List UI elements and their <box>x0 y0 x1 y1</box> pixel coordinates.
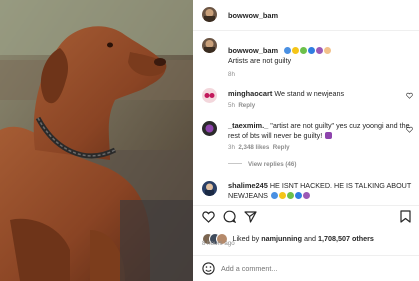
reply-button[interactable]: Reply <box>273 144 290 151</box>
post-side-panel: bowwow_bam bowwow_bam Artists are not gu… <box>193 0 419 281</box>
liked-by-user[interactable]: namjunning <box>261 234 302 243</box>
share-send-icon[interactable] <box>244 210 257 223</box>
comment-bubble-icon[interactable] <box>223 210 236 223</box>
instagram-post-view: bowwow_bam bowwow_bam Artists are not gu… <box>0 0 419 281</box>
liked-by-count[interactable]: 1,708,507 others <box>318 234 374 243</box>
post-header: bowwow_bam <box>193 0 419 31</box>
caption-avatar[interactable] <box>202 38 217 53</box>
view-replies-button[interactable]: View replies (46) <box>228 161 296 168</box>
emoji-smiley-icon[interactable] <box>202 262 215 275</box>
comment-time: 3h <box>228 144 235 151</box>
like-heart-icon[interactable] <box>202 211 215 223</box>
view-replies-label: View replies (46) <box>248 161 297 168</box>
comment-likes[interactable]: 2,348 likes <box>238 144 269 151</box>
comment-avatar[interactable] <box>202 88 217 103</box>
comment-username[interactable]: minghaocart <box>228 89 272 98</box>
action-bar <box>193 205 419 226</box>
comment-1-meta: 5h Reply <box>228 102 255 109</box>
comment-1: minghaocart We stand w newjeans <box>228 89 413 99</box>
comment-2: _taexmim._ "artist are not guilty" yes c… <box>228 121 413 141</box>
comment-time: 5h <box>228 102 235 109</box>
comment-emoji-row <box>270 191 310 200</box>
reply-button[interactable]: Reply <box>238 102 255 109</box>
liked-by-mid: and <box>301 234 318 243</box>
comment-avatar[interactable] <box>202 181 217 196</box>
like-comment-heart-icon[interactable] <box>406 92 413 99</box>
comment-avatar[interactable] <box>202 121 217 136</box>
comment-text: We stand w newjeans <box>274 89 345 98</box>
like-comment-heart-icon[interactable] <box>406 126 413 133</box>
liked-by-prefix: Liked by <box>232 234 262 243</box>
caption-text: Artists are not guilty <box>228 56 292 65</box>
caption-emoji-row <box>283 40 331 57</box>
author-username[interactable]: bowwow_bam <box>228 11 278 20</box>
author-avatar[interactable] <box>202 7 217 22</box>
add-comment-bar <box>193 255 419 281</box>
comment-username[interactable]: _taexmim._ <box>228 121 268 130</box>
save-bookmark-icon[interactable] <box>400 210 411 223</box>
comment-2-meta: 3h 2,348 likes Reply <box>228 144 290 151</box>
add-comment-input[interactable] <box>221 261 411 276</box>
caption-username[interactable]: bowwow_bam <box>228 46 278 55</box>
post-time: 8 hours ago <box>202 240 235 247</box>
dog-photo-image <box>0 0 193 281</box>
comment-username[interactable]: shalime245 <box>228 181 268 190</box>
purple-heart-icon <box>325 132 333 139</box>
comment-3: shalime245 HE ISNT HACKED. HE IS TALKING… <box>228 181 413 201</box>
caption-time: 8h <box>228 71 235 78</box>
post-photo <box>0 0 193 281</box>
